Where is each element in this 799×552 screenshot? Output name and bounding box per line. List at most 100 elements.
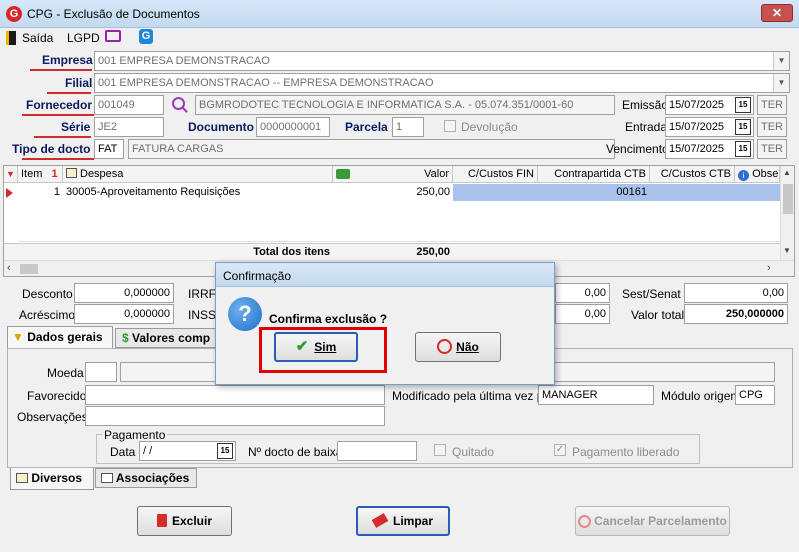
column-header-valor[interactable]: Valor — [333, 166, 453, 183]
pagamento-liberado-checkbox[interactable]: ✓ — [554, 444, 566, 456]
info-icon: i — [738, 170, 749, 181]
entrada-label: Entrada — [625, 120, 668, 134]
emissao-day-field: TER — [757, 95, 787, 115]
observacoes-input[interactable] — [85, 406, 385, 426]
value-field-2[interactable]: 0,00 — [555, 304, 610, 324]
cell-contrapartida[interactable]: 00161 — [538, 184, 650, 201]
items-grid[interactable]: ▼ Item 1 Despesa Valor C/Custos FIN Cont… — [3, 165, 795, 277]
serie-input[interactable]: JE2 — [94, 117, 164, 137]
column-despesa-label: Despesa — [80, 168, 124, 180]
data-label: Data — [110, 445, 136, 459]
limpar-label: Limpar — [392, 514, 433, 528]
total-value: 250,00 — [416, 246, 450, 258]
trash-icon — [156, 514, 167, 527]
tab-valores[interactable]: $ Valores comp — [115, 328, 225, 348]
dialog-title: Confirmação — [223, 269, 292, 283]
monitor-icon[interactable] — [105, 30, 121, 42]
quitado-label: Quitado — [452, 445, 495, 459]
brand-g-icon[interactable]: G — [139, 29, 153, 44]
valor-total-label: Valor total — [631, 308, 685, 322]
yes-button[interactable]: ✔ Sim — [274, 332, 358, 362]
calendar-icon[interactable]: 15 — [735, 119, 751, 135]
tab-associacoes[interactable]: Associações — [95, 468, 197, 488]
filial-select[interactable]: 001 EMPRESA DEMONSTRACAO -- EMPRESA DEMO… — [94, 73, 790, 93]
desconto-input[interactable]: 0,000000 — [74, 283, 174, 303]
column-header-despesa[interactable]: Despesa — [63, 166, 333, 183]
acrescimo-input[interactable]: 0,000000 — [74, 304, 174, 324]
devolucao-label: Devolução — [461, 120, 518, 134]
scroll-left-icon[interactable]: ‹ — [7, 262, 11, 274]
cell-despesa[interactable]: 30005-Aproveitamento Requisições — [63, 184, 333, 201]
documento-input[interactable]: 0000000001 — [256, 117, 330, 137]
filter-icon: ▼ — [12, 330, 24, 344]
tab-associacoes-label: Associações — [115, 471, 190, 485]
tab-dados-gerais[interactable]: ▼ Dados gerais — [7, 326, 113, 348]
row-pointer-icon — [6, 188, 13, 198]
excluir-button[interactable]: Excluir — [137, 506, 232, 536]
chevron-down-icon[interactable]: ▼ — [773, 52, 789, 70]
vencimento-day-field: TER — [757, 139, 787, 159]
tipo-docto-desc-field: FATURA CARGAS — [128, 139, 615, 159]
calendar-icon[interactable]: 15 — [217, 443, 233, 459]
empresa-select[interactable]: 001 EMPRESA DEMONSTRACAO ▼ — [94, 51, 790, 71]
column-header-ccustos-fin[interactable]: C/Custos FIN — [453, 166, 538, 183]
close-button[interactable]: ✕ — [761, 4, 793, 22]
moeda-label: Moeda — [47, 366, 84, 380]
devolucao-checkbox[interactable] — [444, 120, 456, 132]
exit-menu-item[interactable]: Saída — [22, 30, 53, 46]
tab-valores-label: Valores comp — [132, 331, 211, 345]
vertical-scrollbar[interactable]: ▲ ▼ — [780, 166, 794, 260]
checkmark-icon: ✔ — [295, 338, 309, 355]
scroll-up-icon[interactable]: ▲ — [783, 168, 791, 177]
fornecedor-underline — [22, 114, 94, 116]
limpar-button[interactable]: Limpar — [356, 506, 450, 536]
column-header-item[interactable]: Item 1 — [18, 166, 63, 183]
tab-diversos[interactable]: Diversos — [10, 468, 94, 490]
lgpd-menu-item[interactable]: LGPD — [67, 30, 100, 46]
sest-senat-input[interactable]: 0,00 — [684, 283, 788, 303]
edit-icon — [66, 168, 77, 178]
chevron-down-icon[interactable]: ▼ — [773, 74, 789, 92]
parcela-input[interactable]: 1 — [392, 117, 424, 137]
table-row[interactable]: 1 30005-Aproveitamento Requisições 250,0… — [4, 184, 780, 201]
calendar-icon[interactable]: 15 — [735, 141, 751, 157]
quitado-checkbox[interactable] — [434, 444, 446, 456]
column-header-obs[interactable]: i Obse — [735, 166, 780, 183]
observacoes-label: Observações — [17, 410, 88, 424]
modificado-label: Modificado pela última vez por — [392, 389, 555, 403]
value-field-1[interactable]: 0,00 — [555, 283, 610, 303]
tipo-docto-label: Tipo de docto — [12, 142, 91, 156]
cancel-icon — [578, 515, 592, 528]
title-bar: G CPG - Exclusão de Documentos ✕ — [0, 0, 799, 28]
tab-diversos-label: Diversos — [31, 471, 83, 485]
cancelar-parcelamento-button[interactable]: Cancelar Parcelamento — [575, 506, 730, 536]
dialog-message: Confirma exclusão ? — [269, 312, 388, 326]
cell-valor[interactable]: 250,00 — [333, 184, 453, 201]
exit-icon[interactable] — [6, 31, 16, 45]
cell-item[interactable]: 1 — [18, 184, 63, 201]
yes-label: Sim — [314, 340, 337, 354]
modificado-field: MANAGER — [538, 385, 654, 405]
moeda-code-input[interactable] — [85, 362, 117, 382]
scroll-down-icon[interactable]: ▼ — [783, 246, 791, 255]
emissao-value: 15/07/2025 — [669, 99, 725, 111]
column-valor-label: Valor — [424, 168, 449, 180]
window-title: CPG - Exclusão de Documentos — [27, 7, 200, 21]
favorecido-input[interactable] — [85, 385, 385, 405]
column-header-ccustos-ctb[interactable]: C/Custos CTB — [650, 166, 735, 183]
excluir-label: Excluir — [171, 514, 213, 528]
no-button[interactable]: Não — [415, 332, 501, 362]
scroll-thumb[interactable] — [783, 184, 793, 214]
dialog-title-bar: Confirmação — [216, 263, 554, 287]
grid-total-row: Total dos itens 250,00 — [4, 243, 780, 260]
tipo-docto-underline — [22, 158, 94, 160]
fornecedor-code-input[interactable]: 001049 — [94, 95, 164, 115]
grid-menu-icon[interactable]: ▼ — [4, 166, 18, 183]
baixa-input[interactable] — [337, 441, 417, 461]
scroll-thumb-horizontal[interactable] — [20, 264, 38, 274]
modulo-origem-label: Módulo origem — [661, 389, 741, 403]
scroll-right-icon[interactable]: › — [767, 262, 771, 274]
calendar-icon[interactable]: 15 — [735, 97, 751, 113]
column-header-contrapartida[interactable]: Contrapartida CTB — [538, 166, 650, 183]
tipo-docto-code-input[interactable]: FAT — [94, 139, 124, 159]
